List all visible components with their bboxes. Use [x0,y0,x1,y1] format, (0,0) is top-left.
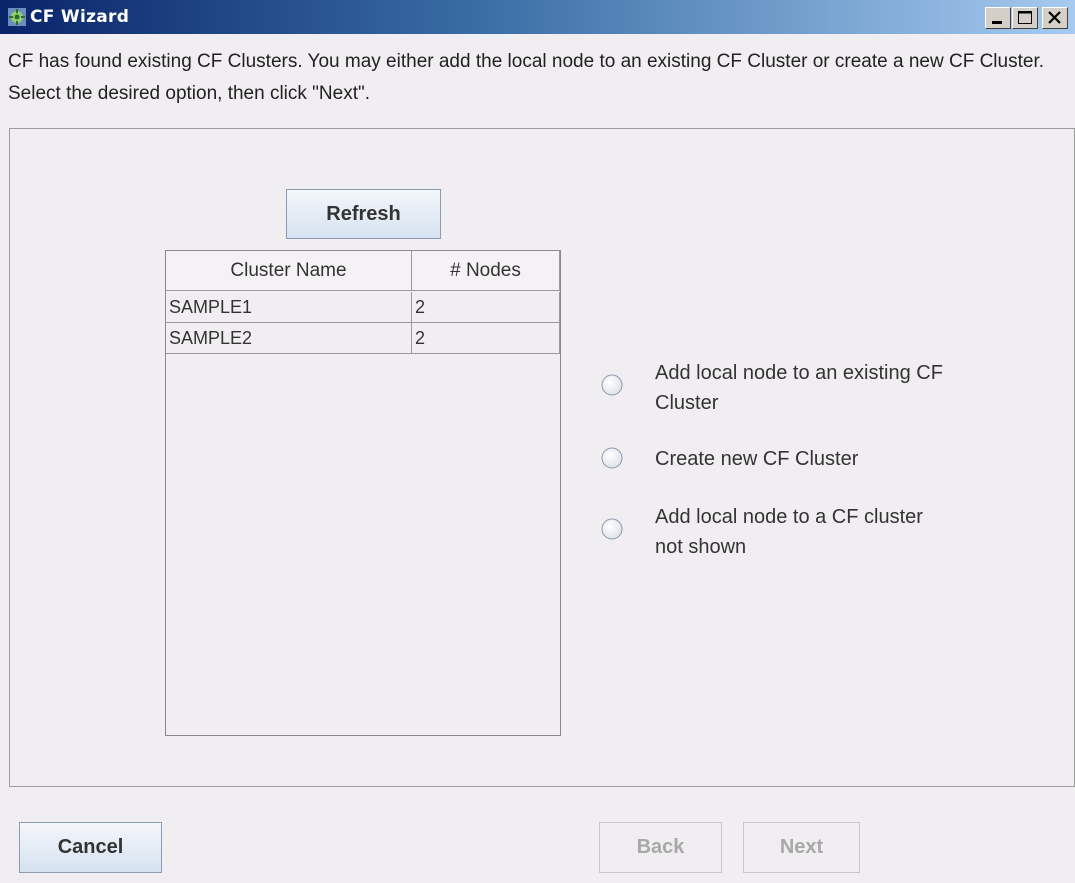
cluster-table[interactable]: Cluster Name # Nodes SAMPLE1 2 SAMPLE2 2 [165,250,561,736]
table-row[interactable]: SAMPLE1 2 [166,292,560,323]
maximize-icon [1018,11,1032,24]
maximize-button[interactable] [1012,7,1038,29]
option-label: Add local node to an existing CF Cluster [655,362,943,414]
back-button[interactable]: Back [599,822,722,873]
radio-add-not-shown[interactable] [600,517,624,541]
window-title: CF Wizard [30,7,130,27]
option-label: Create new CF Cluster [655,448,859,470]
close-icon [1048,11,1061,24]
cell-node-count[interactable]: 2 [412,292,560,323]
minimize-button[interactable] [985,7,1011,29]
column-header-nodes[interactable]: # Nodes [412,251,560,291]
cell-node-count[interactable]: 2 [412,323,560,354]
instructions-text: CF has found existing CF Clusters. You m… [8,51,1045,104]
next-button[interactable]: Next [743,822,860,873]
close-button[interactable] [1042,7,1068,29]
title-bar[interactable]: CF Wizard [0,0,1075,34]
column-header-cluster-name[interactable]: Cluster Name [166,251,412,291]
cell-cluster-name[interactable]: SAMPLE2 [166,323,412,354]
radio-create-new[interactable] [600,446,624,470]
radio-add-to-existing[interactable] [600,373,624,397]
table-row[interactable]: SAMPLE2 2 [166,323,560,354]
cell-cluster-name[interactable]: SAMPLE1 [166,292,412,323]
table-header: Cluster Name # Nodes [166,251,560,291]
cancel-button[interactable]: Cancel [19,822,162,873]
minimize-icon [992,21,1002,24]
refresh-button[interactable]: Refresh [286,189,441,239]
option-label: Add local node to a CF cluster not shown [655,506,923,558]
cf-wizard-app-icon [8,8,26,26]
